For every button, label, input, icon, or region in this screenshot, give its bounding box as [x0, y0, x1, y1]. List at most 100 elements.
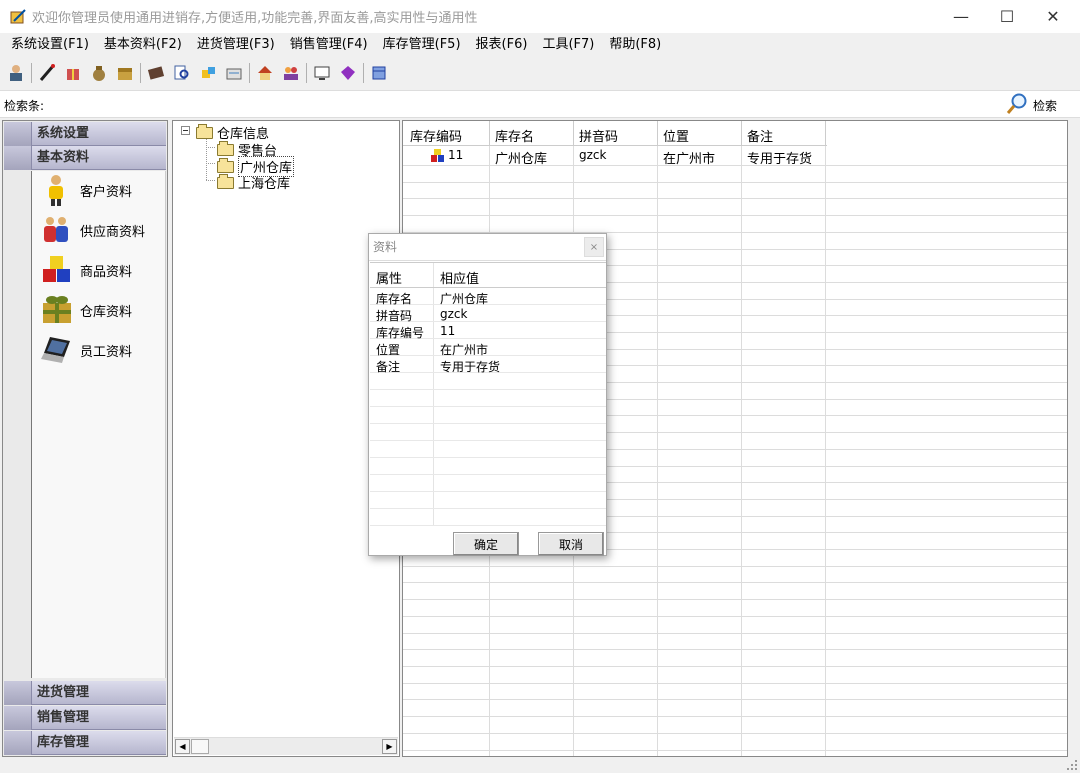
magnifier-icon — [1005, 92, 1029, 119]
section-inventory[interactable]: 库存管理 — [4, 731, 166, 755]
section-label: 基本资料 — [37, 150, 90, 165]
user-icon[interactable] — [5, 62, 27, 84]
grid-line — [403, 733, 1067, 734]
people-icon[interactable] — [280, 62, 302, 84]
horizontal-scrollbar[interactable]: ◀ ▶ — [174, 737, 398, 755]
gem-icon[interactable] — [337, 62, 359, 84]
menu-basic-data[interactable]: 基本资料(F2) — [98, 33, 191, 57]
grid-line — [370, 457, 606, 458]
tree-node-label: 上海仓库 — [238, 177, 291, 192]
grid-line — [403, 699, 1067, 700]
dialog-header-value: 相应值 — [440, 272, 480, 287]
title-bar: 欢迎你管理员使用通用进销存,方便适用,功能完善,界面友善,高实用性与通用性 — … — [0, 0, 1080, 33]
resize-grip-icon[interactable] — [1066, 759, 1078, 771]
cell-note: 专用于存货 — [747, 152, 813, 167]
search-row: 检索条: 检索 — [0, 90, 1080, 118]
scroll-left-icon[interactable]: ◀ — [175, 739, 190, 754]
cancel-button[interactable]: 取消 — [538, 532, 604, 556]
nav-product-data[interactable]: 商品资料 — [40, 253, 132, 287]
menu-sales[interactable]: 销售管理(F4) — [284, 33, 377, 57]
grid-header-row: 库存编码 库存名 拼音码 位置 备注 — [403, 121, 827, 145]
left-nav-panel: 系统设置 基本资料 客户资料 供应商资料 商品资料 仓库资料 员工资料 进货管理… — [2, 120, 168, 757]
package-icon[interactable] — [197, 62, 219, 84]
menu-purchase[interactable]: 进货管理(F3) — [191, 33, 284, 57]
toolbar-separator — [140, 63, 141, 83]
nav-customer-data[interactable]: 客户资料 — [40, 173, 132, 207]
warehouse-icon — [40, 293, 74, 327]
menu-reports[interactable]: 报表(F6) — [470, 33, 537, 57]
gift-icon[interactable] — [62, 62, 84, 84]
nav-supplier-data[interactable]: 供应商资料 — [40, 213, 145, 247]
grid-line — [370, 474, 606, 475]
grid-line — [403, 716, 1067, 717]
nav-label: 员工资料 — [80, 344, 133, 360]
tree-node-shanghai[interactable]: 上海仓库 — [217, 173, 290, 192]
grid-line — [370, 508, 606, 509]
product-icon — [430, 147, 446, 167]
section-label: 系统设置 — [37, 126, 90, 141]
pen-icon[interactable] — [36, 62, 58, 84]
close-button[interactable]: ✕ — [1030, 0, 1076, 33]
section-purchase[interactable]: 进货管理 — [4, 681, 166, 705]
nav-label: 客户资料 — [80, 184, 133, 200]
dialog-prop-label: 库存名 — [376, 292, 413, 306]
grid-line — [403, 215, 1067, 216]
grid-line — [370, 389, 606, 390]
grid-line — [403, 182, 1067, 183]
nav-warehouse-data[interactable]: 仓库资料 — [40, 293, 132, 327]
dialog-close-icon[interactable]: × — [584, 237, 604, 257]
home-icon[interactable] — [254, 62, 276, 84]
scroll-right-icon[interactable]: ▶ — [382, 739, 397, 754]
supplier-icon — [40, 213, 74, 247]
column-header-name[interactable]: 库存名 — [495, 126, 534, 145]
nav-employee-data[interactable]: 员工资料 — [40, 333, 132, 367]
search-input[interactable] — [55, 94, 995, 114]
dialog-prop-value: 广州仓库 — [440, 292, 489, 306]
dialog-prop-label: 位置 — [376, 343, 401, 357]
search-doc-icon[interactable] — [171, 62, 193, 84]
grid-line — [370, 440, 606, 441]
book-icon[interactable] — [145, 62, 167, 84]
column-header-location[interactable]: 位置 — [663, 126, 689, 145]
nav-label: 商品资料 — [80, 264, 133, 280]
customer-icon — [40, 173, 74, 207]
laptop-icon — [40, 333, 74, 367]
folder-icon[interactable] — [223, 62, 245, 84]
app-icon — [10, 8, 26, 25]
grid-line — [403, 649, 1067, 650]
grid-line — [403, 633, 1067, 634]
box-icon[interactable] — [114, 62, 136, 84]
bag-icon[interactable] — [88, 62, 110, 84]
window-icon[interactable] — [368, 62, 390, 84]
folder-icon — [196, 123, 213, 139]
search-button[interactable]: 检索 — [1005, 93, 1057, 117]
scroll-thumb[interactable] — [191, 739, 209, 754]
maximize-button[interactable]: ☐ — [984, 0, 1030, 33]
section-sales[interactable]: 销售管理 — [4, 706, 166, 730]
app-window: 欢迎你管理员使用通用进销存,方便适用,功能完善,界面友善,高实用性与通用性 — … — [0, 0, 1080, 773]
menu-system-settings[interactable]: 系统设置(F1) — [5, 33, 98, 57]
grid-line — [370, 406, 606, 407]
section-system-settings[interactable]: 系统设置 — [4, 122, 166, 146]
info-dialog: 资料 × 属性 相应值 库存名 广州仓库 拼音码 gzck 库存编号 11 位置… — [368, 233, 607, 556]
column-header-code[interactable]: 库存编码 — [410, 126, 462, 145]
grid-line — [403, 683, 1067, 684]
folder-icon — [217, 173, 234, 189]
cell-location: 在广州市 — [663, 152, 716, 167]
section-basic-data[interactable]: 基本资料 — [4, 146, 166, 170]
folder-icon — [217, 140, 234, 156]
menu-help[interactable]: 帮助(F8) — [603, 33, 670, 57]
menu-inventory[interactable]: 库存管理(F5) — [377, 33, 470, 57]
ok-button[interactable]: 确定 — [453, 532, 519, 556]
menu-tools[interactable]: 工具(F7) — [536, 33, 603, 57]
column-header-note[interactable]: 备注 — [747, 126, 773, 145]
toolbar-separator — [31, 63, 32, 83]
dialog-prop-label: 库存编号 — [376, 326, 425, 340]
column-header-pinyin[interactable]: 拼音码 — [579, 126, 618, 145]
monitor-icon[interactable] — [311, 62, 333, 84]
minimize-button[interactable]: — — [938, 0, 984, 33]
dialog-prop-value: 专用于存货 — [440, 360, 501, 374]
grid-line — [403, 599, 1067, 600]
dialog-prop-value: 在广州市 — [440, 343, 489, 357]
search-label: 检索条: — [4, 99, 45, 113]
